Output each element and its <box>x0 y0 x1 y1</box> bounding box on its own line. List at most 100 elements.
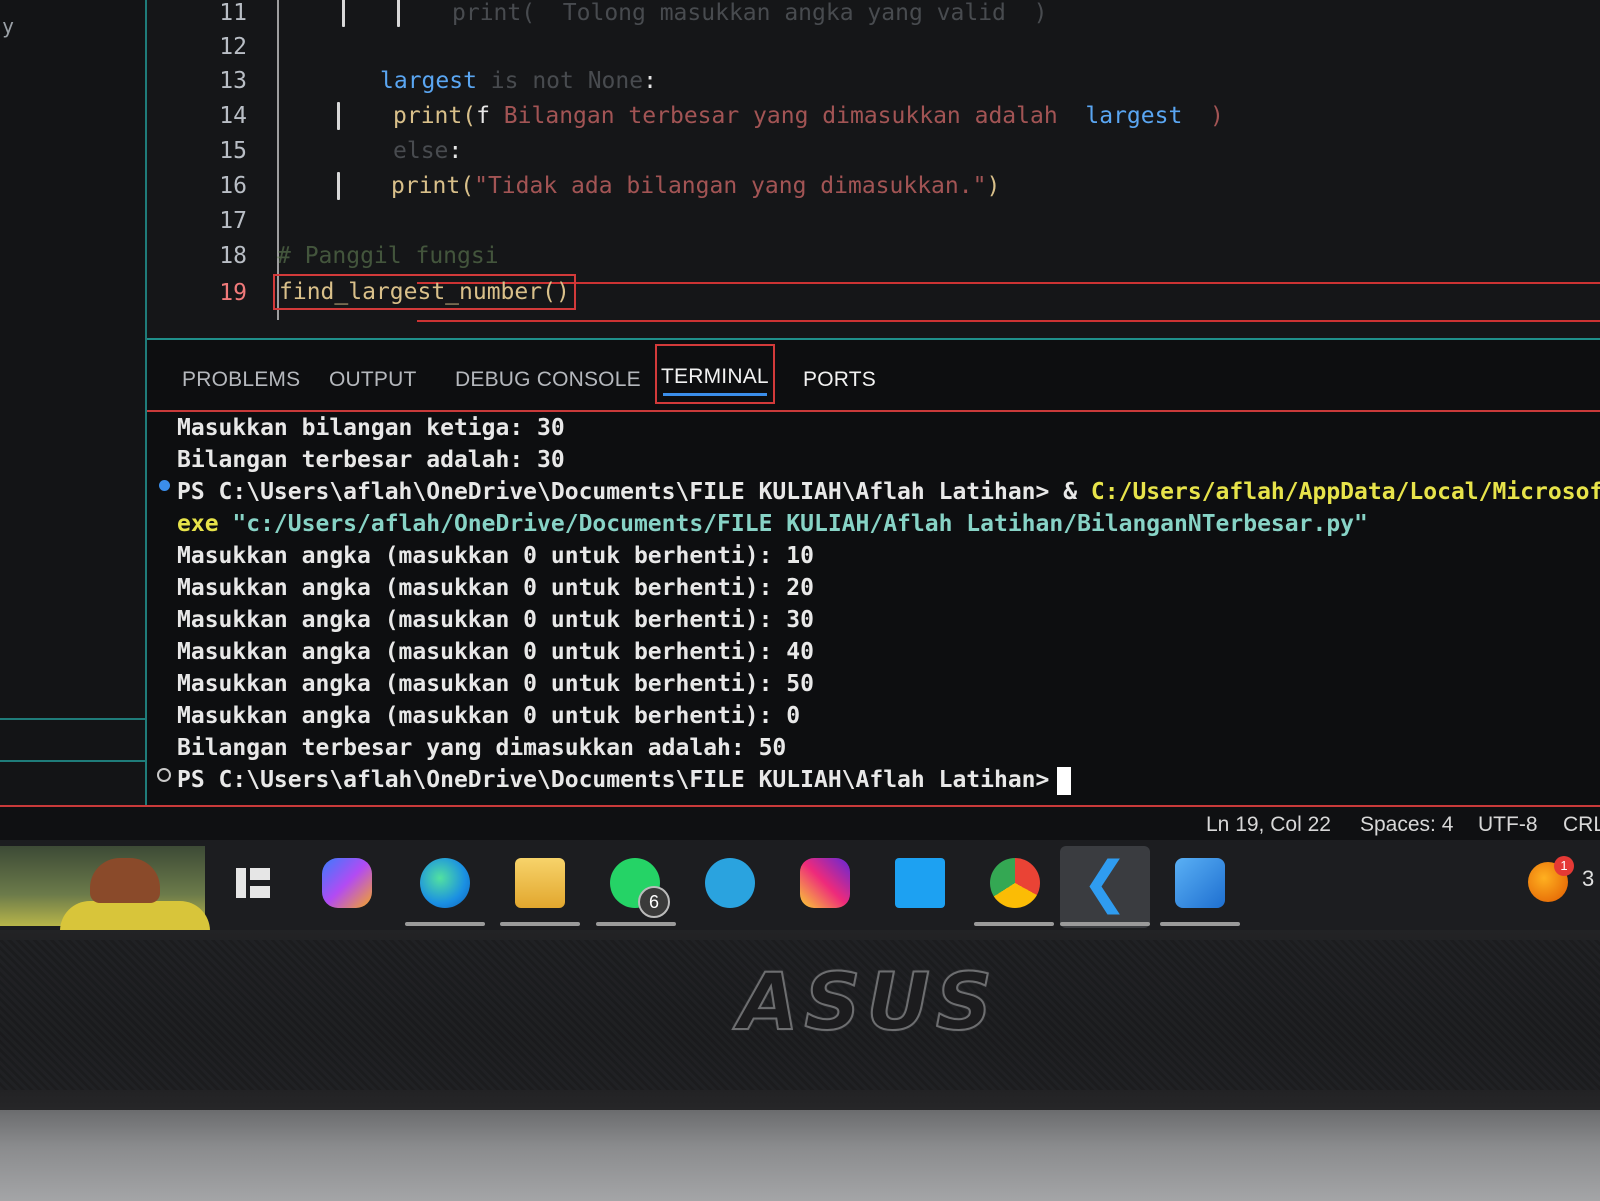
code-text: print("Tidak ada bilangan yang dimasukka… <box>391 169 1000 203</box>
task-view-icon-bar <box>250 886 270 898</box>
terminal-prompt: PS C:\Users\aflah\OneDrive\Documents\FIL… <box>177 764 1072 796</box>
task-view-icon-bar <box>250 868 270 880</box>
task-view-icon-bar <box>236 868 246 898</box>
terminal-input-line: Masukkan angka (masukkan 0 untuk berhent… <box>177 575 814 601</box>
terminal-command-line: PS C:\Users\aflah\OneDrive\Documents\FIL… <box>177 476 1600 508</box>
laptop-brand-logo: ASUS <box>737 957 999 1049</box>
code-line[interactable]: 13 largest is not None: <box>147 64 1600 98</box>
tab-problems[interactable]: PROBLEMS <box>182 360 300 400</box>
line-number: 18 <box>219 243 247 269</box>
tab-ports[interactable]: PORTS <box>803 360 876 400</box>
prompt-path-final: PS C:\Users\aflah\OneDrive\Documents\FIL… <box>177 767 1050 793</box>
indent-guide <box>337 172 340 200</box>
status-bar: Ln 19, Col 22 Spaces: 4 UTF-8 CRL <box>0 805 1600 842</box>
indent-guide <box>397 0 400 27</box>
status-eol[interactable]: CRL <box>1563 813 1600 837</box>
terminal-input-line: Masukkan angka (masukkan 0 untuk berhent… <box>177 703 801 729</box>
bottom-panel: PROBLEMS OUTPUT DEBUG CONSOLE TERMINAL P… <box>147 338 1600 807</box>
code-token: : <box>643 68 657 94</box>
line-number: 17 <box>219 208 247 234</box>
command-operator: & <box>1063 479 1091 505</box>
code-token: ) <box>986 173 1001 199</box>
panel-tab-bar: PROBLEMS OUTPUT DEBUG CONSOLE TERMINAL P… <box>147 340 1600 412</box>
code-token: largest <box>1085 103 1183 129</box>
terminal-input-line: Masukkan angka (masukkan 0 untuk berhent… <box>177 543 814 569</box>
screen: y 11 print( Tolong masukkan angka yang va… <box>0 0 1600 930</box>
code-token: : <box>448 138 463 164</box>
code-token: print( <box>393 103 477 129</box>
taskbar: 6 ❮ 1 3 <box>0 840 1600 930</box>
status-indentation[interactable]: Spaces: 4 <box>1360 813 1453 837</box>
running-indicator <box>1060 922 1150 926</box>
side-panel-divider <box>0 760 145 762</box>
side-panel-divider <box>0 718 145 720</box>
telegram-icon[interactable] <box>705 858 755 908</box>
edge-icon[interactable] <box>420 858 470 908</box>
code-text: # Panggil fungsi <box>277 239 499 273</box>
running-indicator <box>974 922 1054 926</box>
laptop-hinge <box>0 1110 1600 1201</box>
code-line[interactable]: 17 <box>147 204 1600 238</box>
prompt-path: PS C:\Users\aflah\OneDrive\Documents\FIL… <box>177 479 1064 505</box>
code-line[interactable]: 19 find_largest_number() <box>147 274 1600 310</box>
instagram-icon[interactable] <box>800 858 850 908</box>
running-indicator <box>596 922 676 926</box>
terminal-input-line: Masukkan angka (masukkan 0 untuk berhent… <box>177 671 814 697</box>
tab-terminal-label: TERMINAL <box>661 365 769 388</box>
code-line[interactable]: 15 else: <box>147 134 1600 168</box>
code-token: is not None <box>476 68 644 94</box>
code-text: else: <box>393 134 462 168</box>
line-number: 13 <box>219 68 247 94</box>
terminal[interactable]: Masukkan bilangan ketiga: 30 Bilangan te… <box>147 412 1600 807</box>
command-status-dot-idle[interactable] <box>157 768 171 782</box>
line-number: 14 <box>219 103 247 129</box>
code-line[interactable]: 14 print(f Bilangan terbesar yang dimasuk… <box>147 99 1600 133</box>
code-line[interactable]: 11 print( Tolong masukkan angka yang vali… <box>147 0 1600 30</box>
photos-icon[interactable] <box>1175 858 1225 908</box>
terminal-input-line: Masukkan angka (masukkan 0 untuk berhent… <box>177 607 814 633</box>
notification-icon[interactable]: 1 <box>1528 856 1574 902</box>
notification-badge: 1 <box>1554 856 1574 876</box>
command-status-dot[interactable] <box>159 480 170 491</box>
tab-debug-console[interactable]: DEBUG CONSOLE <box>455 360 641 400</box>
indent-guide <box>342 0 345 27</box>
code-token: # Panggil fungsi <box>277 243 499 269</box>
code-line[interactable]: 16 print("Tidak ada bilangan yang dimasuk… <box>147 169 1600 203</box>
twitter-icon[interactable] <box>895 858 945 908</box>
code-token: f <box>476 103 490 129</box>
script-path: "c:/Users/aflah/OneDrive/Documents/FILE … <box>232 511 1368 537</box>
terminal-result: Bilangan terbesar yang dimasukkan adalah… <box>177 735 787 761</box>
code-editor[interactable]: 11 print( Tolong masukkan angka yang vali… <box>147 0 1600 338</box>
explorer-side-panel: y <box>0 0 147 805</box>
terminal-input-line: Masukkan angka (masukkan 0 untuk berhent… <box>177 639 814 665</box>
copilot-icon[interactable] <box>322 858 372 908</box>
code-token: "Tidak ada bilangan yang dimasukkan." <box>474 173 987 199</box>
file-explorer-icon[interactable] <box>515 858 565 908</box>
code-token: Bilangan terbesar yang dimasukkan adalah <box>489 103 1086 129</box>
terminal-command-line-cont: exe "c:/Users/aflah/OneDrive/Documents/F… <box>177 508 1368 540</box>
code-text: print( Tolong masukkan angka yang valid … <box>452 0 1047 30</box>
code-line[interactable]: 12 <box>147 30 1600 64</box>
vscode-icon[interactable]: ❮ <box>1080 855 1130 911</box>
tab-terminal[interactable]: TERMINAL <box>655 344 775 404</box>
indent-guide <box>337 102 340 130</box>
line-number: 12 <box>219 34 247 60</box>
status-encoding[interactable]: UTF-8 <box>1478 813 1538 837</box>
tab-output[interactable]: OUTPUT <box>329 360 417 400</box>
clock[interactable]: 3 <box>1582 866 1594 892</box>
widgets-button[interactable] <box>0 846 210 930</box>
code-text: print(f Bilangan terbesar yang dimasukka… <box>393 99 1224 133</box>
chrome-icon[interactable] <box>990 858 1040 908</box>
whatsapp-icon[interactable]: 6 <box>610 858 670 918</box>
whatsapp-badge: 6 <box>638 886 670 918</box>
status-cursor-position[interactable]: Ln 19, Col 22 <box>1206 813 1331 837</box>
widget-image-hill <box>60 901 210 930</box>
widget-image-animal <box>90 858 160 903</box>
task-view-icon[interactable] <box>228 858 278 908</box>
line-number: 11 <box>219 0 247 26</box>
line-number: 15 <box>219 138 247 164</box>
terminal-line: Bilangan terbesar adalah: 30 <box>177 447 565 473</box>
code-token: else <box>393 138 449 164</box>
code-line[interactable]: 18 # Panggil fungsi <box>147 239 1600 273</box>
active-tab-indicator <box>663 393 767 396</box>
